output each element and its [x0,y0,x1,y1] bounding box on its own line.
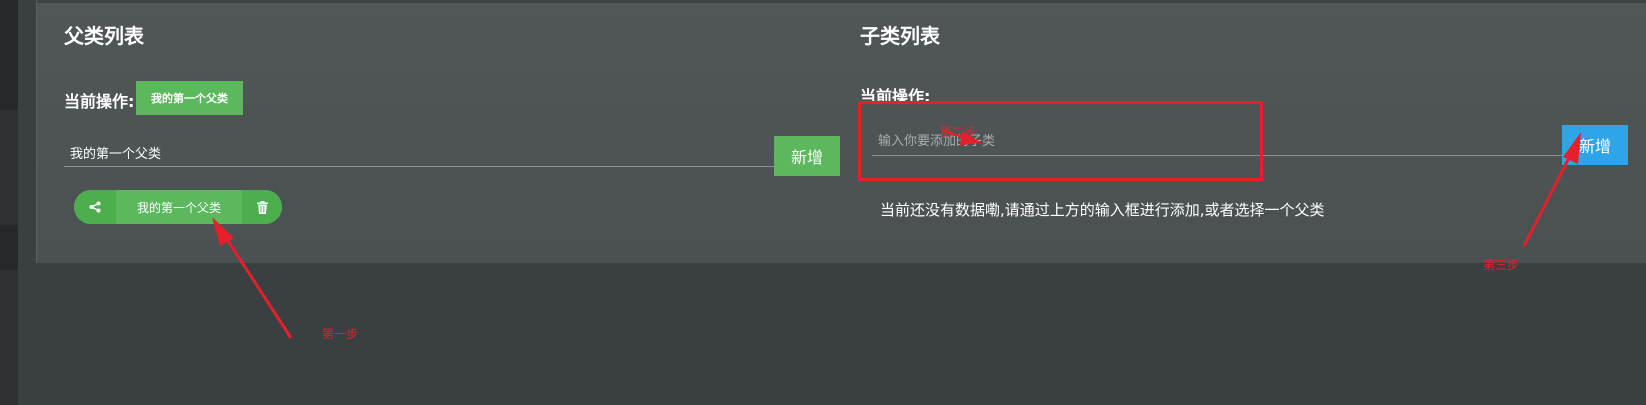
step2-arrow [941,128,982,145]
step3-arrow [1522,132,1581,247]
annotation-arrows [212,128,1581,339]
step1-arrow [212,217,293,339]
